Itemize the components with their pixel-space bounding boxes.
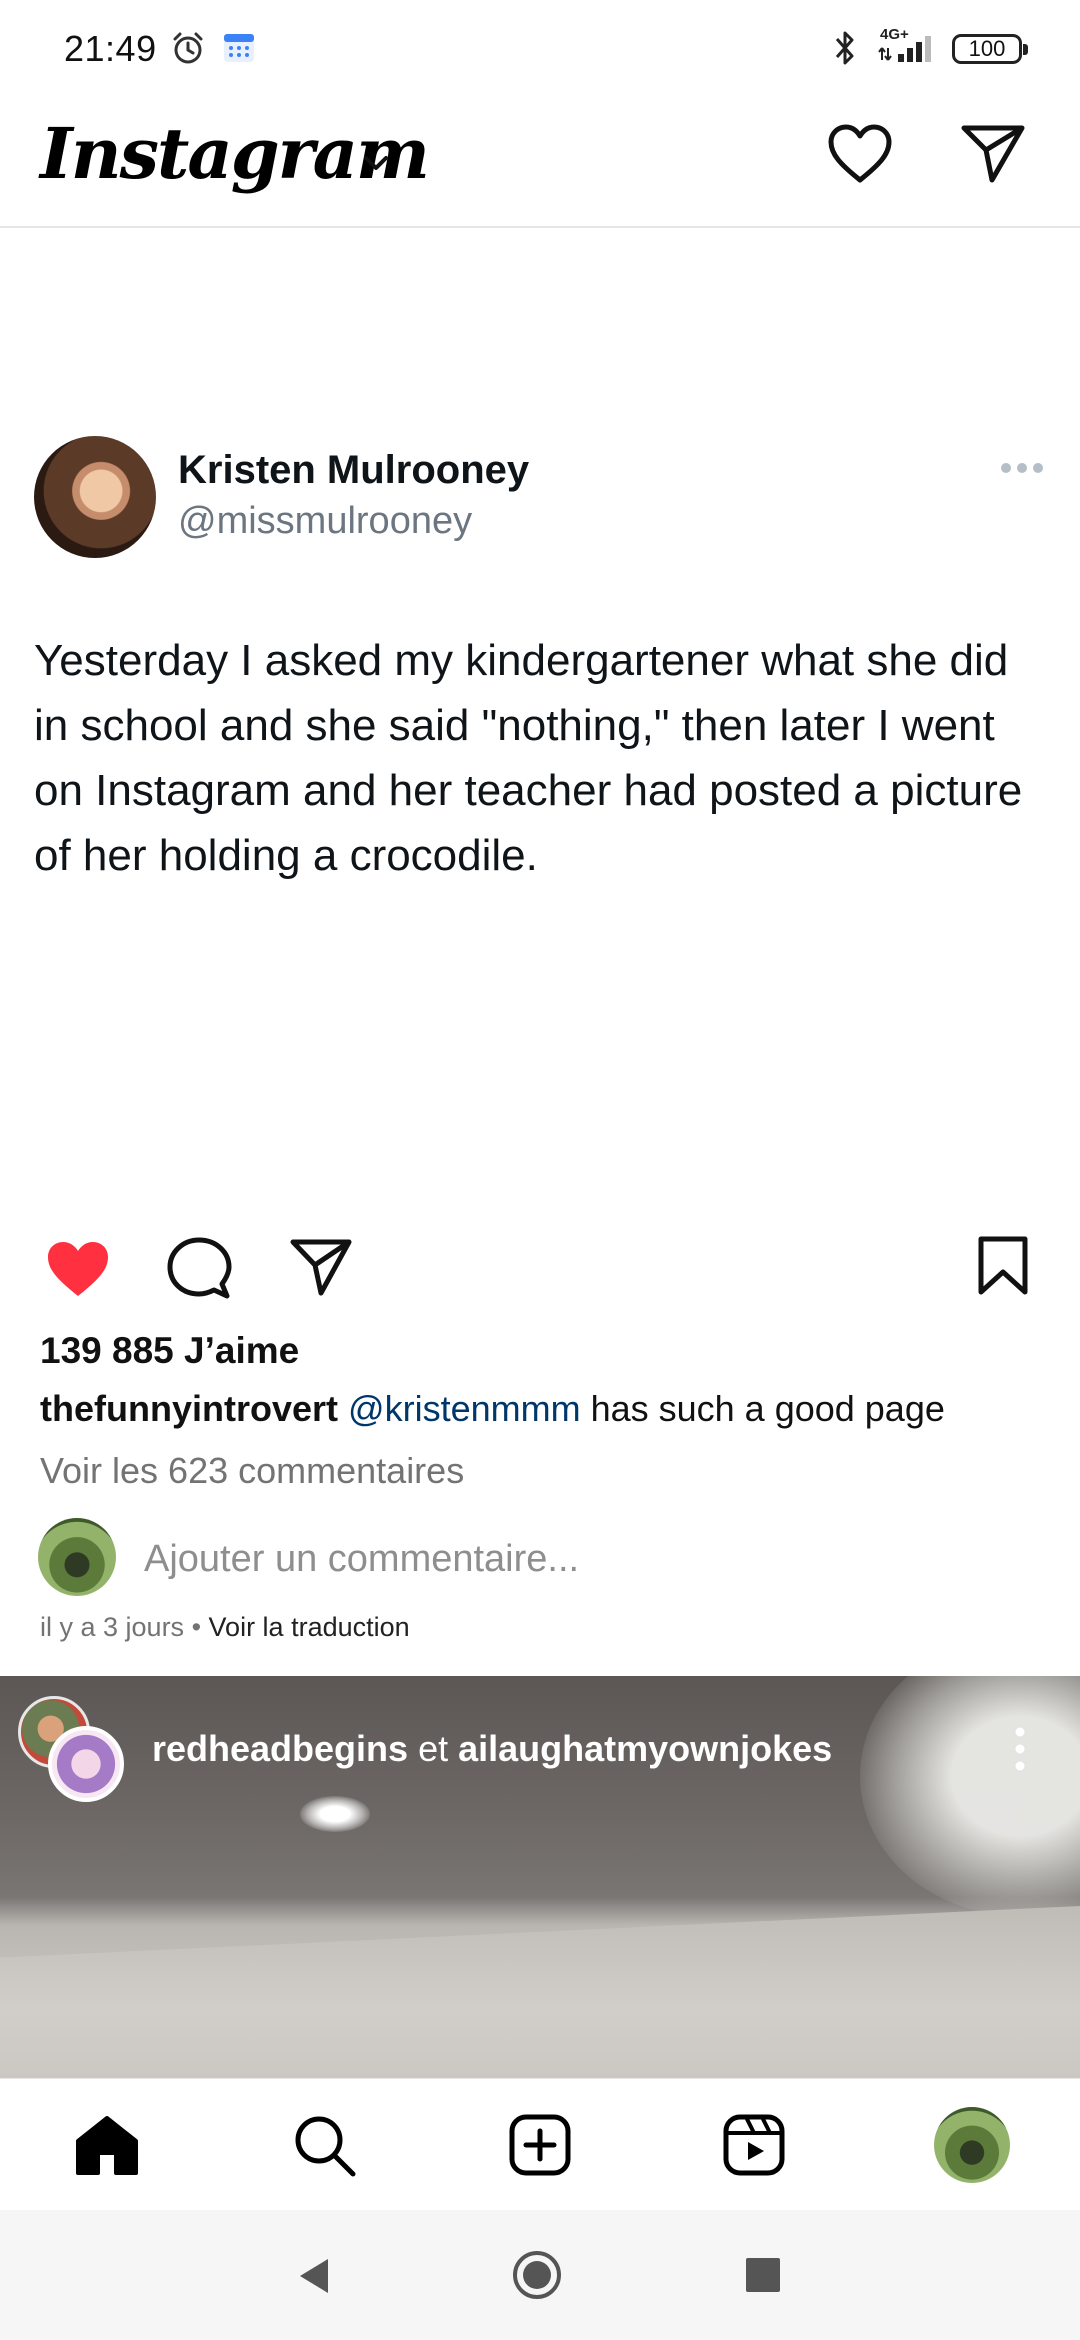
caption-text: has such a good page: [580, 1388, 945, 1429]
comment-icon[interactable]: [166, 1236, 232, 1302]
next-post-media[interactable]: redheadbegins et ailaughatmyownjokes: [0, 1676, 1080, 2078]
chevron-down-icon[interactable]: [356, 142, 396, 182]
profile-avatar[interactable]: [934, 2107, 1010, 2183]
reels-icon[interactable]: [722, 2113, 786, 2177]
next-post-usernames[interactable]: redheadbegins et ailaughatmyownjokes: [152, 1728, 832, 1770]
more-dots-icon: [1001, 463, 1043, 473]
app-header: Instagram: [0, 100, 1080, 228]
meta-separator: •: [184, 1612, 209, 1642]
share-send-icon[interactable]: [288, 1236, 354, 1298]
tweet-text: Yesterday I asked my kindergartener what…: [34, 636, 1023, 880]
view-comments-link[interactable]: Voir les 623 commentaires: [40, 1450, 464, 1492]
wall-surface: [0, 1906, 1080, 2078]
caption-mention[interactable]: @kristenmmm: [348, 1388, 581, 1429]
home-circle-icon[interactable]: [512, 2250, 562, 2300]
search-icon[interactable]: [292, 2113, 358, 2179]
post-time: il y a 3 jours: [40, 1612, 185, 1642]
post-caption: thefunnyintrovert @kristenmmm has such a…: [40, 1388, 945, 1430]
next-post-joiner: et: [408, 1728, 459, 1769]
signal-icon: 4G+: [876, 26, 938, 66]
recents-icon[interactable]: [746, 2258, 780, 2292]
create-icon[interactable]: [508, 2113, 572, 2177]
add-comment-input[interactable]: Ajouter un commentaire...: [144, 1538, 579, 1581]
bluetooth-icon: [835, 31, 854, 65]
next-post-avatar-2[interactable]: [48, 1726, 124, 1802]
likes-count[interactable]: 139 885 J’aime: [40, 1330, 299, 1372]
next-post-user-2[interactable]: ailaughatmyownjokes: [458, 1728, 832, 1769]
calendar-icon: [224, 34, 254, 62]
like-heart-icon[interactable]: [44, 1238, 112, 1300]
tweet-author-handle: @missmulrooney: [178, 500, 473, 542]
status-bar: 21:49 4G+ 100: [0, 0, 1080, 100]
battery-icon: 100: [952, 34, 1028, 64]
bottom-nav: [0, 2078, 1080, 2210]
back-icon[interactable]: [296, 2256, 332, 2296]
direct-send-icon[interactable]: [958, 120, 1028, 186]
vertical-more-icon[interactable]: [1010, 1726, 1030, 1772]
heart-icon[interactable]: [826, 122, 894, 186]
alarm-icon: [173, 32, 203, 64]
status-time: 21:49: [64, 28, 157, 69]
translate-link[interactable]: Voir la traduction: [209, 1612, 410, 1642]
ceiling-light-glow: [860, 1676, 1080, 1916]
post-meta: il y a 3 jours • Voir la traduction: [40, 1612, 410, 1643]
my-avatar: [38, 1518, 116, 1596]
tweet-author-avatar: [34, 436, 156, 558]
tweet-author-name: Kristen Mulrooney: [178, 448, 530, 492]
home-icon[interactable]: [74, 2115, 140, 2177]
caption-username[interactable]: thefunnyintrovert: [40, 1388, 338, 1429]
bookmark-icon[interactable]: [976, 1234, 1030, 1298]
system-nav-bar: [0, 2210, 1080, 2340]
next-post-user-1[interactable]: redheadbegins: [152, 1728, 408, 1769]
ceiling-light: [300, 1796, 370, 1832]
